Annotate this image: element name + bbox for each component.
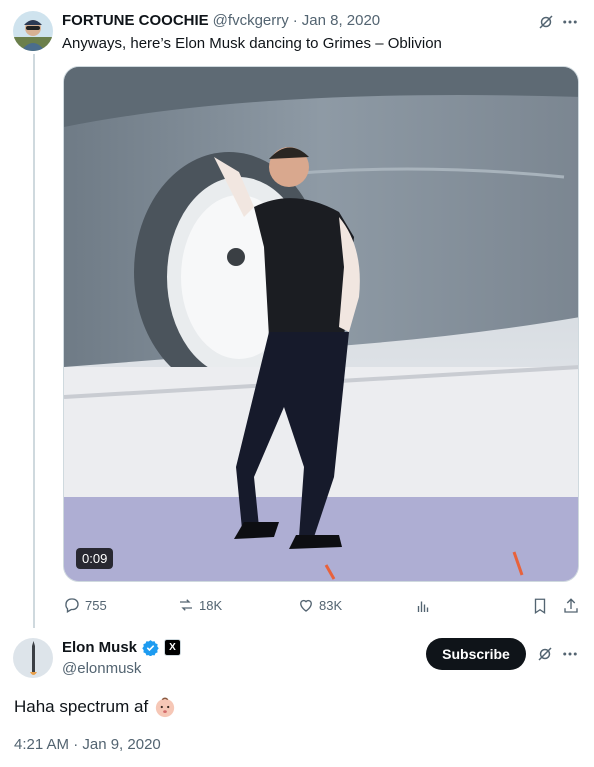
avatar[interactable]: [13, 11, 53, 51]
author-handle[interactable]: @fvckgerry: [213, 12, 289, 29]
tweet-date[interactable]: Jan 8, 2020: [302, 12, 380, 29]
reply-button[interactable]: 755: [63, 596, 107, 614]
repost-count: 18K: [199, 597, 223, 613]
reply-count: 755: [85, 597, 107, 613]
avatar[interactable]: [13, 638, 53, 678]
author-name[interactable]: FORTUNE COOCHIE: [62, 12, 209, 29]
tweet-text: Anyways, here’s Elon Musk dancing to Gri…: [62, 35, 442, 52]
bookmark-icon: [534, 598, 546, 615]
views-button[interactable]: [413, 596, 433, 616]
thread-connector-line: [33, 54, 35, 628]
baby-face-emoji: [156, 697, 175, 718]
x-affiliate-icon: X: [164, 639, 182, 656]
like-button[interactable]: 83K: [297, 596, 342, 614]
tweet-text: Haha spectrum af: [14, 697, 149, 716]
views-icon: [417, 601, 429, 612]
like-count: 83K: [319, 597, 343, 613]
video-duration: 0:09: [76, 548, 114, 569]
repost-button[interactable]: 18K: [177, 596, 222, 614]
subscribe-button[interactable]: Subscribe: [426, 638, 526, 670]
dot-separator: ·: [292, 12, 298, 29]
more-icon[interactable]: [560, 12, 580, 32]
video-thumbnail: [64, 67, 578, 581]
grok-icon[interactable]: [535, 644, 555, 664]
video-player[interactable]: 0:09: [63, 66, 579, 582]
reply-icon: [65, 598, 79, 613]
more-icon[interactable]: [560, 644, 580, 664]
like-icon: [300, 599, 312, 612]
author-handle[interactable]: @elonmusk: [62, 660, 141, 677]
repost-icon: [180, 599, 192, 611]
author-name[interactable]: Elon Musk: [62, 639, 137, 656]
share-button[interactable]: [561, 596, 581, 616]
tweet-timestamp[interactable]: 4:21 AM · Jan 9, 2020: [14, 736, 161, 753]
bookmark-button[interactable]: [530, 596, 550, 616]
grok-icon[interactable]: [536, 12, 556, 32]
share-icon: [564, 598, 578, 613]
verified-badge-icon: [142, 640, 159, 656]
